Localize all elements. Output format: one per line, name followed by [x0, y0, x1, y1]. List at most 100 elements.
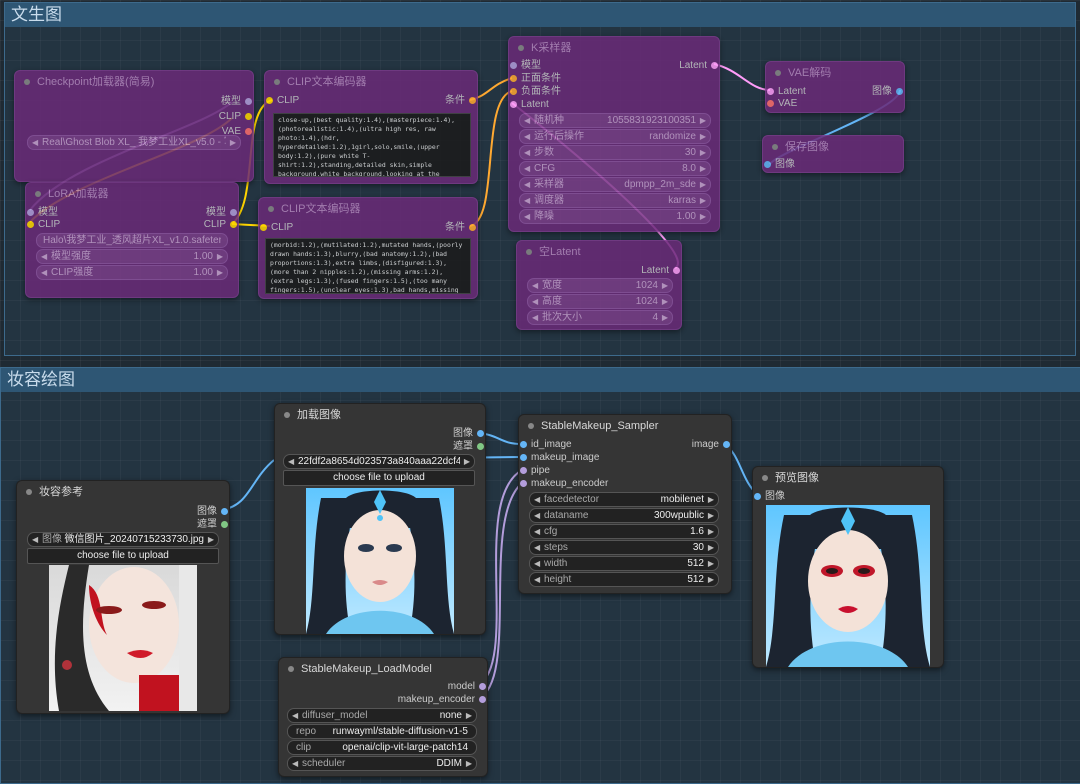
output-makeup-encoder[interactable]: makeup_encoder [398, 694, 487, 706]
node-title[interactable]: 加载图像 [275, 404, 485, 426]
control-after-generate-widget[interactable]: ◀ 运行后操作 randomize ▶ [519, 129, 711, 144]
arrow-right-icon[interactable]: ▶ [464, 455, 470, 468]
arrow-left-icon[interactable]: ◀ [524, 114, 530, 127]
negative-prompt-textarea[interactable]: (morbid:1.2),(mutilated:1.2),mutated han… [265, 238, 471, 294]
node-ksampler[interactable]: K采样器 模型 正面条件 负面条件 Latent Latent ◀ 随机种 1055… [508, 36, 720, 232]
input-dot-icon[interactable] [510, 75, 517, 82]
arrow-right-icon[interactable]: ▶ [466, 709, 472, 722]
output-latent[interactable]: Latent [679, 60, 719, 72]
lora-name-combo[interactable]: Halo\我梦工业_透风超片XL_v1.0.safetensors [36, 233, 228, 248]
arrow-left-icon[interactable]: ◀ [524, 178, 530, 191]
output-dot-icon[interactable] [479, 696, 486, 703]
node-title[interactable]: 保存图像 [763, 136, 903, 158]
input-clip[interactable]: CLIP [26, 219, 60, 231]
input-dot-icon[interactable] [510, 101, 517, 108]
output-dot-icon[interactable] [245, 113, 252, 120]
node-title[interactable]: StableMakeup_LoadModel [279, 658, 487, 680]
arrow-right-icon[interactable]: ▶ [466, 757, 472, 770]
input-vae[interactable]: VAE [766, 98, 797, 110]
width-widget[interactable]: ◀ width 512 ▶ [529, 556, 719, 571]
arrow-left-icon[interactable]: ◀ [534, 525, 540, 538]
output-dot-icon[interactable] [230, 209, 237, 216]
output-dot-icon[interactable] [469, 97, 476, 104]
output-model[interactable]: model [448, 681, 487, 693]
input-pipe[interactable]: pipe [519, 465, 550, 477]
input-dot-icon[interactable] [764, 161, 771, 168]
arrow-left-icon[interactable]: ◀ [534, 541, 540, 554]
input-clip[interactable]: CLIP [259, 222, 293, 234]
input-image[interactable]: 图像 [753, 491, 785, 503]
output-dot-icon[interactable] [469, 224, 476, 231]
input-dot-icon[interactable] [260, 224, 267, 231]
input-model[interactable]: 模型 [26, 207, 58, 219]
arrow-right-icon[interactable]: ▶ [230, 136, 236, 149]
arrow-right-icon[interactable]: ▶ [708, 557, 714, 570]
arrow-left-icon[interactable]: ◀ [534, 573, 540, 586]
steps-widget[interactable]: ◀ 步数 30 ▶ [519, 145, 711, 160]
node-title[interactable]: 妆容参考 [17, 481, 229, 503]
height-widget[interactable]: ◀ 高度 1024 ▶ [527, 294, 673, 309]
cfg-widget[interactable]: ◀ cfg 1.6 ▶ [529, 524, 719, 539]
input-latent[interactable]: Latent [766, 86, 806, 98]
upload-button[interactable]: choose file to upload [27, 548, 219, 564]
input-dot-icon[interactable] [27, 209, 34, 216]
arrow-left-icon[interactable]: ◀ [41, 250, 47, 263]
image-file-combo[interactable]: ◀22fdf2a8654d023573a840aaa22dcf44.jpeg▶ [283, 454, 475, 469]
output-dot-icon[interactable] [479, 683, 486, 690]
node-title[interactable]: 预览图像 [753, 467, 943, 489]
node-makeup-reference[interactable]: 妆容参考 图像 遮罩 ◀ 图像 微信图片_20240715233730.jpg ▶ c… [16, 480, 230, 714]
arrow-right-icon[interactable]: ▶ [708, 541, 714, 554]
input-negative[interactable]: 负面条件 [509, 86, 561, 98]
node-lora-loader[interactable]: LoRA加载器 模型 CLIP 模型 CLIP Halo\我梦工业_透风超片XL… [25, 182, 239, 298]
model-strength-widget[interactable]: ◀ 模型强度 1.00 ▶ [36, 249, 228, 264]
node-title[interactable]: K采样器 [509, 37, 719, 59]
cfg-widget[interactable]: ◀ CFG 8.0 ▶ [519, 161, 711, 176]
image-file-combo[interactable]: ◀ 图像 微信图片_20240715233730.jpg ▶ [27, 532, 219, 547]
output-dot-icon[interactable] [711, 62, 718, 69]
output-image[interactable]: image [692, 439, 731, 451]
arrow-left-icon[interactable]: ◀ [534, 493, 540, 506]
arrow-left-icon[interactable]: ◀ [524, 194, 530, 207]
input-dot-icon[interactable] [27, 221, 34, 228]
node-vae-decode[interactable]: VAE解码 Latent VAE 图像 [765, 61, 905, 113]
output-dot-icon[interactable] [245, 128, 252, 135]
diffuser-model-combo[interactable]: ◀ diffuser_model none ▶ [287, 708, 477, 723]
arrow-right-icon[interactable]: ▶ [700, 114, 706, 127]
output-image[interactable]: 图像 [872, 86, 904, 98]
input-model[interactable]: 模型 [509, 60, 541, 72]
repo-field[interactable]: repo runwayml/stable-diffusion-v1-5 [287, 724, 477, 739]
group-title-txt2img[interactable]: 文生图 [5, 3, 1075, 27]
arrow-left-icon[interactable]: ◀ [524, 146, 530, 159]
node-stablemakeup-loadmodel[interactable]: StableMakeup_LoadModel model makeup_enco… [278, 657, 488, 777]
input-makeup-encoder[interactable]: makeup_encoder [519, 478, 608, 490]
node-stablemakeup-sampler[interactable]: StableMakeup_Sampler id_image makeup_ima… [518, 414, 732, 594]
clip-strength-widget[interactable]: ◀ CLIP强度 1.00 ▶ [36, 265, 228, 280]
output-model[interactable]: 模型 [206, 207, 238, 219]
output-dot-icon[interactable] [230, 221, 237, 228]
input-dot-icon[interactable] [754, 493, 761, 500]
upload-button[interactable]: choose file to upload [283, 470, 475, 486]
arrow-right-icon[interactable]: ▶ [700, 178, 706, 191]
arrow-right-icon[interactable]: ▶ [662, 295, 668, 308]
batch-size-widget[interactable]: ◀ 批次大小 4 ▶ [527, 310, 673, 325]
arrow-right-icon[interactable]: ▶ [708, 493, 714, 506]
denoise-widget[interactable]: ◀ 降噪 1.00 ▶ [519, 209, 711, 224]
input-latent[interactable]: Latent [509, 99, 549, 111]
input-dot-icon[interactable] [520, 441, 527, 448]
arrow-right-icon[interactable]: ▶ [708, 573, 714, 586]
node-clip-encode-negative[interactable]: CLIP文本编码器 CLIP 条件 (morbid:1.2),(mutilate… [258, 197, 478, 299]
arrow-left-icon[interactable]: ◀ [534, 557, 540, 570]
node-title[interactable]: CLIP文本编码器 [265, 71, 477, 93]
scheduler-widget[interactable]: ◀ 调度器 karras ▶ [519, 193, 711, 208]
output-dot-icon[interactable] [477, 443, 484, 450]
input-dot-icon[interactable] [520, 480, 527, 487]
ckpt-name-combo[interactable]: ◀ Real\Ghost Blob XL_ 我梦工业XL_v5.0 - 写实风格… [27, 135, 241, 150]
output-dot-icon[interactable] [221, 521, 228, 528]
arrow-left-icon[interactable]: ◀ [292, 709, 298, 722]
input-dot-icon[interactable] [510, 88, 517, 95]
input-clip[interactable]: CLIP [265, 95, 299, 107]
output-dot-icon[interactable] [221, 508, 228, 515]
arrow-right-icon[interactable]: ▶ [700, 194, 706, 207]
input-dot-icon[interactable] [520, 454, 527, 461]
seed-widget[interactable]: ◀ 随机种 1055831923100351 ▶ [519, 113, 711, 128]
